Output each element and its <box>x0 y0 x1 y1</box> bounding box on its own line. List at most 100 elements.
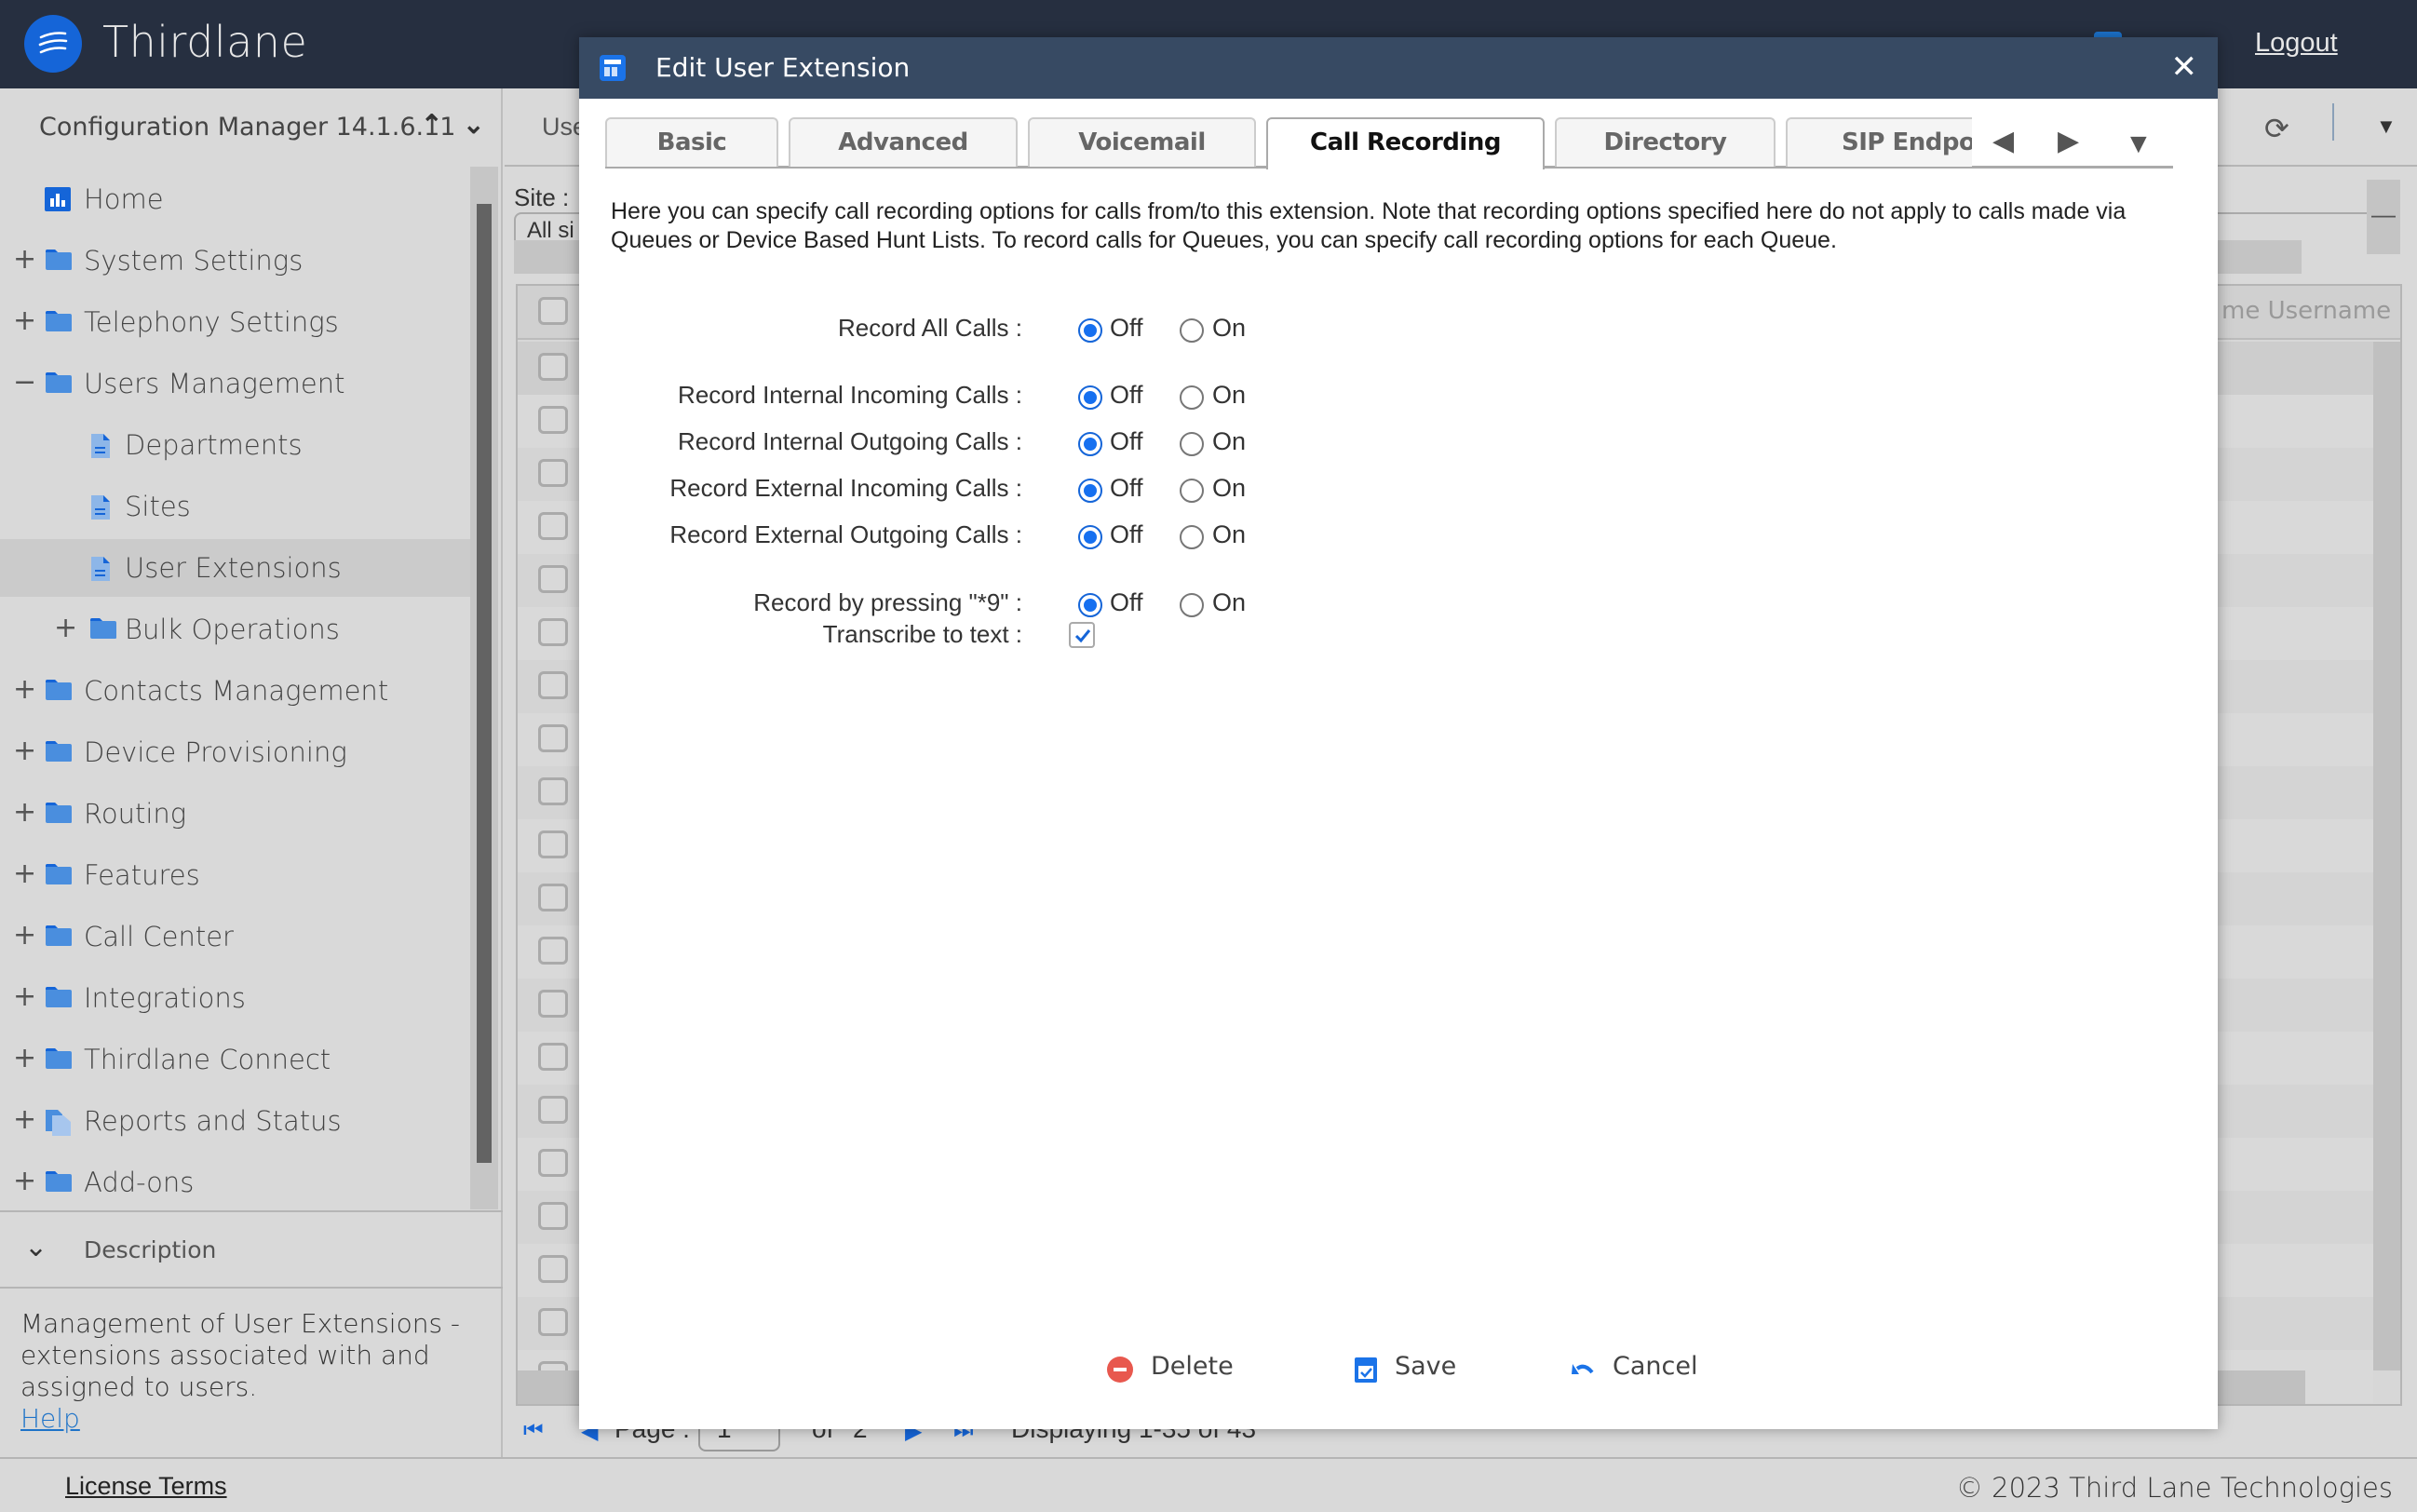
chevrons-down-icon[interactable]: ⌄ <box>463 109 484 140</box>
expand-icon[interactable]: + <box>54 612 77 644</box>
radio-off[interactable] <box>1078 432 1102 456</box>
sidebar-item-integrations[interactable]: + Integrations <box>0 969 470 1027</box>
row-checkbox[interactable] <box>538 884 568 911</box>
expand-icon[interactable]: + <box>13 1042 36 1074</box>
row-checkbox[interactable] <box>538 830 568 858</box>
expand-icon[interactable]: + <box>13 796 36 829</box>
radio-on-label: On <box>1212 427 1247 455</box>
chevrons-up-icon[interactable]: ⌃ <box>421 109 442 140</box>
row-checkbox[interactable] <box>538 1202 568 1230</box>
radio-on[interactable] <box>1180 385 1204 410</box>
radio-off[interactable] <box>1078 318 1102 343</box>
sidebar-item-system-settings[interactable]: + System Settings <box>0 232 470 290</box>
transcribe-checkbox[interactable] <box>1069 622 1095 648</box>
tab-basic[interactable]: Basic <box>605 117 778 167</box>
row-checkbox[interactable] <box>538 990 568 1018</box>
expand-icon[interactable]: + <box>13 857 36 890</box>
sidebar-item-device-provisioning[interactable]: + Device Provisioning <box>0 723 470 781</box>
tab-directory[interactable]: Directory <box>1555 117 1776 167</box>
folder-icon <box>45 740 73 767</box>
grid-vertical-scrollbar[interactable] <box>2373 342 2400 1370</box>
description-panel-header[interactable]: ⌄ Description <box>0 1210 503 1289</box>
tab-scroll-left-icon[interactable]: ◀ <box>1992 125 2014 157</box>
sidebar-item-reports-and-status[interactable]: + Reports and Status <box>0 1092 470 1150</box>
row-checkbox[interactable] <box>538 937 568 965</box>
expand-icon[interactable]: + <box>13 735 36 767</box>
row-checkbox[interactable] <box>538 618 568 646</box>
radio-on[interactable] <box>1180 593 1204 617</box>
tab-scroll-right-icon[interactable]: ▶ <box>2058 125 2079 157</box>
transcribe-label: Transcribe to text : <box>822 620 1022 648</box>
caret-down-icon[interactable]: ▼ <box>2376 115 2397 139</box>
sidebar-item-thirdlane-connect[interactable]: + Thirdlane Connect <box>0 1031 470 1088</box>
close-icon[interactable]: ✕ <box>2171 48 2198 86</box>
tab-menu-caret-down-icon[interactable]: ▼ <box>2125 128 2153 160</box>
sidebar-item-bulk-operations[interactable]: + Bulk Operations <box>0 601 470 658</box>
tab-sip-endpoints[interactable]: SIP Endpoi <box>1786 117 1972 167</box>
select-all-checkbox[interactable] <box>538 297 568 325</box>
tab-advanced[interactable]: Advanced <box>789 117 1018 167</box>
expand-icon[interactable]: + <box>13 919 36 952</box>
sidebar-item-departments[interactable]: Departments <box>0 416 470 474</box>
sidebar-item-features[interactable]: + Features <box>0 846 470 904</box>
row-checkbox[interactable] <box>538 1308 568 1336</box>
option-label: Record All Calls : <box>838 314 1022 342</box>
sidebar-item-user-extensions[interactable]: User Extensions <box>0 539 470 597</box>
document-icon <box>89 433 112 464</box>
column-header-username[interactable]: me Username <box>2221 297 2391 325</box>
logout-link[interactable]: Logout <box>2255 28 2338 59</box>
radio-on-label: On <box>1212 474 1247 502</box>
sidebar-scrollbar[interactable] <box>470 167 498 1209</box>
first-page-icon[interactable]: ⏮ <box>523 1418 544 1444</box>
sidebar-item-users-management[interactable]: − Users Management <box>0 355 470 412</box>
radio-off[interactable] <box>1078 385 1102 410</box>
radio-off[interactable] <box>1078 593 1102 617</box>
refresh-icon[interactable]: ⟳ <box>2264 111 2289 146</box>
expand-icon[interactable]: + <box>13 1103 36 1136</box>
row-checkbox[interactable] <box>538 459 568 487</box>
minimize-button[interactable]: — <box>2367 180 2400 254</box>
expand-icon[interactable]: + <box>13 1165 36 1197</box>
radio-on[interactable] <box>1180 479 1204 503</box>
tab-voicemail[interactable]: Voicemail <box>1028 117 1256 167</box>
radio-on[interactable] <box>1180 318 1204 343</box>
row-checkbox[interactable] <box>538 512 568 540</box>
row-checkbox[interactable] <box>538 353 568 381</box>
folder-icon <box>45 310 73 337</box>
row-checkbox[interactable] <box>538 777 568 805</box>
expand-icon[interactable]: + <box>13 243 36 276</box>
row-checkbox[interactable] <box>538 1096 568 1124</box>
sidebar-item-call-center[interactable]: + Call Center <box>0 908 470 965</box>
sidebar-item-add-ons[interactable]: + Add-ons <box>0 1154 470 1211</box>
expand-icon[interactable]: + <box>13 673 36 706</box>
sidebar-item-routing[interactable]: + Routing <box>0 785 470 843</box>
row-checkbox[interactable] <box>538 724 568 752</box>
radio-on[interactable] <box>1180 432 1204 456</box>
row-checkbox[interactable] <box>538 1149 568 1177</box>
sidebar-item-label: System Settings <box>84 245 304 277</box>
tab-call-recording[interactable]: Call Recording <box>1266 117 1545 169</box>
delete-label: Delete <box>1151 1352 1234 1381</box>
sidebar-item-telephony-settings[interactable]: + Telephony Settings <box>0 293 470 351</box>
radio-off-label: Off <box>1110 381 1143 409</box>
collapse-icon[interactable]: − <box>13 366 36 398</box>
expand-icon[interactable]: + <box>13 980 36 1013</box>
sidebar-item-sites[interactable]: Sites <box>0 478 470 535</box>
transcribe-row: Transcribe to text : <box>579 616 1603 654</box>
help-link[interactable]: Help <box>20 1403 467 1435</box>
row-checkbox[interactable] <box>538 671 568 699</box>
scrollbar-thumb[interactable] <box>477 204 492 1163</box>
row-checkbox[interactable] <box>538 406 568 434</box>
chevron-down-icon[interactable]: ⌄ <box>24 1231 47 1263</box>
dialog-header[interactable]: Edit User Extension ✕ <box>579 37 2218 99</box>
license-terms-link[interactable]: License Terms <box>65 1472 227 1501</box>
radio-off[interactable] <box>1078 525 1102 549</box>
row-checkbox[interactable] <box>538 1043 568 1071</box>
radio-off[interactable] <box>1078 479 1102 503</box>
expand-icon[interactable]: + <box>13 304 36 337</box>
radio-on[interactable] <box>1180 525 1204 549</box>
sidebar-item-contacts-management[interactable]: + Contacts Management <box>0 662 470 720</box>
row-checkbox[interactable] <box>538 565 568 593</box>
row-checkbox[interactable] <box>538 1255 568 1283</box>
sidebar-item-home[interactable]: Home <box>0 170 470 228</box>
